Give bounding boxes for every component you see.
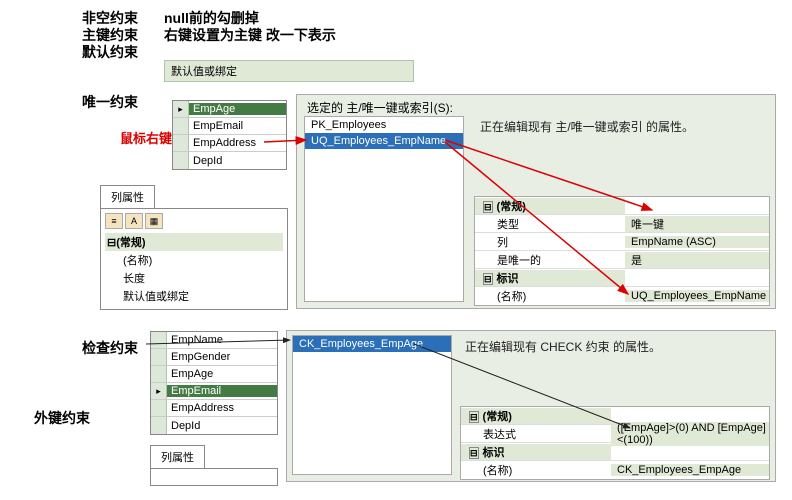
field-name: EmpAge [167, 368, 277, 380]
label-unique: 唯一约束 [82, 92, 138, 112]
propgrid-row[interactable]: 是唯一的是 [475, 251, 769, 269]
propgrid-row[interactable]: (名称)CK_Employees_EmpAge [461, 461, 769, 479]
colprop-item[interactable]: (名称) [105, 251, 283, 269]
check-list[interactable]: CK_Employees_EmpAge [292, 335, 452, 475]
field-name: EmpName [167, 334, 277, 346]
row-handle[interactable]: ▸ [173, 101, 189, 117]
key-item[interactable]: UQ_Employees_EmpName [305, 133, 463, 149]
mouse-note: 鼠标右键 [120, 128, 172, 147]
column-properties-panel-2[interactable]: 列属性 [150, 445, 278, 486]
label-check: 检查约束 [82, 338, 138, 358]
row-handle[interactable] [151, 400, 167, 416]
propgrid-row[interactable]: 列EmpName (ASC) [475, 233, 769, 251]
collapse-icon[interactable]: ⊟ [469, 447, 479, 459]
collapse-icon[interactable]: ⊟ [483, 201, 493, 213]
colprop-toolbar: ≡ A ▦ [105, 213, 283, 229]
tab-column-properties[interactable]: 列属性 [100, 185, 155, 208]
propgrid-key: 表达式 [461, 426, 611, 442]
field-row[interactable]: ▸EmpEmail [151, 383, 277, 400]
ck-property-grid[interactable]: ⊟(常规)表达式([EmpAge]>(0) AND [EmpAge]<(100)… [460, 406, 770, 480]
field-row[interactable]: EmpAge [151, 366, 277, 383]
propgrid-row[interactable]: ⊟标识 [475, 269, 769, 287]
propgrid-key: 类型 [475, 216, 625, 232]
propgrid-value[interactable]: ([EmpAge]>(0) AND [EmpAge]<(100)) [611, 422, 769, 446]
field-row[interactable]: EmpAddress [151, 400, 277, 417]
label-foreign: 外键约束 [34, 408, 90, 428]
row-handle[interactable]: ▸ [151, 383, 167, 399]
propgrid-key: (名称) [475, 288, 625, 304]
uq-property-grid[interactable]: ⊟(常规)类型唯一键列EmpName (ASC)是唯一的是⊟标识(名称)UQ_E… [474, 196, 770, 306]
column-properties-panel[interactable]: 列属性 ≡ A ▦ ⊟(常规) (名称)长度默认值或绑定 [100, 185, 288, 310]
row-handle[interactable] [151, 417, 167, 434]
field-list-check[interactable]: EmpNameEmpGenderEmpAge▸EmpEmailEmpAddres… [150, 331, 278, 435]
collapse-icon[interactable]: ⊟ [483, 273, 493, 285]
field-row[interactable]: DepId [151, 417, 277, 434]
btn-az[interactable]: A [125, 213, 143, 229]
ck-desc: 正在编辑现有 CHECK 约束 的属性。 [465, 338, 661, 355]
field-row[interactable]: DepId [173, 152, 286, 169]
collapse-icon[interactable]: ⊟ [469, 411, 479, 423]
propgrid-key: 列 [475, 234, 625, 250]
propgrid-value[interactable]: EmpName (ASC) [625, 236, 769, 248]
uq-desc: 正在编辑现有 主/唯一键或索引 的属性。 [480, 118, 694, 135]
row-handle[interactable] [173, 152, 189, 169]
default-bind-bar: 默认值或绑定 [164, 60, 414, 82]
key-item[interactable]: PK_Employees [305, 117, 463, 133]
field-name: DepId [189, 155, 286, 167]
propgrid-key: ⊟标识 [475, 270, 625, 286]
field-name: EmpAge [189, 103, 286, 115]
propgrid-row[interactable]: ⊟(常规) [475, 197, 769, 215]
propgrid-row[interactable]: (名称)UQ_Employees_EmpName [475, 287, 769, 305]
propgrid-key: ⊟(常规) [461, 408, 611, 424]
propgrid-value[interactable]: UQ_Employees_EmpName [625, 290, 769, 302]
propgrid-key: ⊟(常规) [475, 198, 625, 214]
row-handle[interactable] [151, 366, 167, 382]
tab-column-properties-2[interactable]: 列属性 [150, 445, 205, 468]
field-name: EmpAddress [167, 402, 277, 414]
field-name: EmpAddress [189, 137, 286, 149]
colprop-item[interactable]: 默认值或绑定 [105, 287, 283, 305]
key-item[interactable]: CK_Employees_EmpAge [293, 336, 451, 352]
field-row[interactable]: EmpGender [151, 349, 277, 366]
row-handle[interactable] [173, 118, 189, 134]
row-handle[interactable] [151, 349, 167, 365]
row-handle[interactable] [151, 332, 167, 348]
propgrid-row[interactable]: ⊟标识 [461, 443, 769, 461]
note-pk-desc: 右键设置为主键 改一下表示 [164, 25, 336, 45]
field-row[interactable]: EmpName [151, 332, 277, 349]
field-list-unique[interactable]: ▸EmpAge EmpEmail EmpAddress DepId [172, 100, 287, 170]
propgrid-value[interactable]: 是 [625, 252, 769, 268]
propgrid-key: (名称) [461, 462, 611, 478]
field-row[interactable]: EmpAddress [173, 135, 286, 152]
field-name: DepId [167, 420, 277, 432]
field-row[interactable]: ▸EmpAge [173, 101, 286, 118]
row-handle[interactable] [173, 135, 189, 151]
collapse-icon[interactable]: ⊟ [107, 237, 116, 249]
propgrid-row[interactable]: 表达式([EmpAge]>(0) AND [EmpAge]<(100)) [461, 425, 769, 443]
label-default: 默认约束 [82, 42, 138, 62]
btn-info[interactable]: ▦ [145, 213, 163, 229]
propgrid-row[interactable]: 类型唯一键 [475, 215, 769, 233]
field-name: EmpGender [167, 351, 277, 363]
field-name: EmpEmail [189, 120, 286, 132]
colprop-group: ⊟(常规) [105, 233, 283, 251]
colprop-item[interactable]: 长度 [105, 269, 283, 287]
field-row[interactable]: EmpEmail [173, 118, 286, 135]
propgrid-value[interactable]: 唯一键 [625, 216, 769, 232]
key-list[interactable]: PK_EmployeesUQ_Employees_EmpName [304, 116, 464, 302]
field-name: EmpEmail [167, 385, 277, 397]
btn-cat[interactable]: ≡ [105, 213, 123, 229]
propgrid-key: ⊟标识 [461, 444, 611, 460]
propgrid-value[interactable]: CK_Employees_EmpAge [611, 464, 769, 476]
propgrid-key: 是唯一的 [475, 252, 625, 268]
panel-caption: 选定的 主/唯一键或索引(S): [307, 99, 453, 116]
